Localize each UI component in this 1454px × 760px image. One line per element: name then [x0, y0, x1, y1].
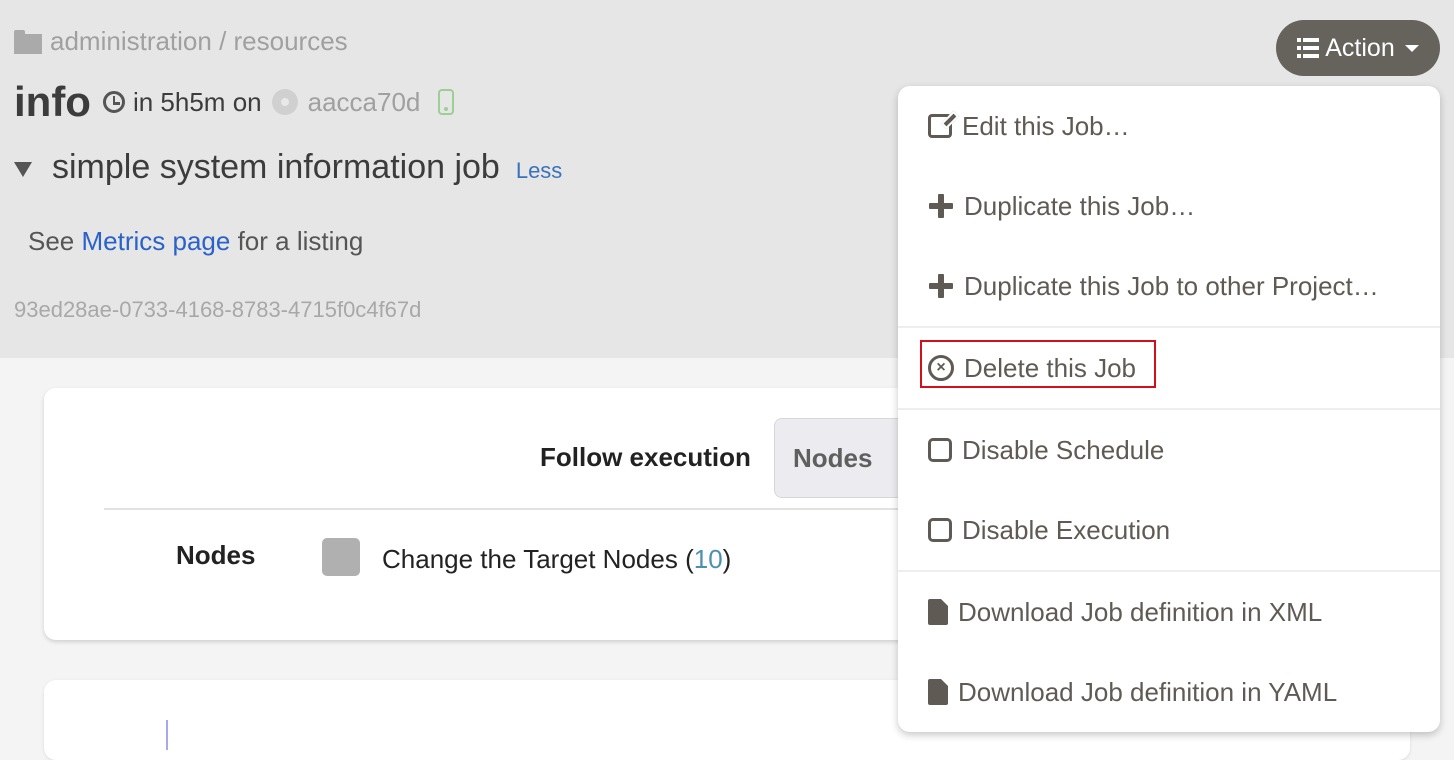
- menu-item-label: Download Job definition in YAML: [958, 676, 1338, 707]
- folder-icon: [14, 29, 42, 54]
- action-dropdown-menu: Edit this Job… Duplicate this Job… Dupli…: [898, 86, 1440, 732]
- square-icon: [928, 438, 952, 462]
- menu-item-download-xml[interactable]: Download Job definition in XML: [898, 572, 1440, 652]
- times-circle-icon: ×: [928, 355, 954, 381]
- menu-item-label: Edit this Job…: [962, 110, 1130, 141]
- caret-down-icon: [1404, 44, 1419, 52]
- metrics-note-suffix: for a listing: [230, 226, 364, 256]
- menu-item-download-yaml[interactable]: Download Job definition in YAML: [898, 652, 1440, 732]
- menu-item-label: Disable Schedule: [962, 434, 1165, 465]
- target-nodes-suffix: ): [722, 544, 732, 574]
- metrics-page-link[interactable]: Metrics page: [82, 226, 231, 256]
- plus-icon: [928, 273, 954, 299]
- description-row: simple system information job Less: [14, 148, 562, 187]
- change-target-nodes-label[interactable]: Change the Target Nodes (10): [382, 544, 731, 575]
- menu-item-delete-job[interactable]: × Delete this Job: [898, 328, 1440, 408]
- card-divider: [104, 508, 944, 510]
- target-node-count: 10: [693, 544, 723, 574]
- menu-item-label: Delete this Job: [964, 352, 1136, 383]
- follow-execution-label: Follow execution: [540, 442, 751, 472]
- breadcrumb-text[interactable]: administration / resources: [50, 26, 348, 57]
- job-description: simple system information job: [52, 148, 500, 186]
- menu-item-duplicate-to-project[interactable]: Duplicate this Job to other Project…: [898, 246, 1440, 326]
- metrics-note-prefix: See: [28, 226, 82, 256]
- job-title-row: info in 5h5m on aacca70d: [14, 78, 455, 126]
- menu-item-label: Duplicate this Job to other Project…: [964, 270, 1379, 301]
- job-uuid: 93ed28ae-0733-4168-8783-4715f0c4f67d: [14, 297, 422, 322]
- menu-item-label: Disable Execution: [962, 514, 1171, 545]
- menu-item-label: Download Job definition in XML: [958, 596, 1323, 627]
- collapse-caret-icon[interactable]: [14, 162, 32, 177]
- menu-item-disable-execution[interactable]: Disable Execution: [898, 490, 1440, 570]
- square-icon: [928, 518, 952, 542]
- node-name[interactable]: aacca70d: [308, 87, 421, 118]
- file-icon: [928, 679, 948, 705]
- menu-item-edit-job[interactable]: Edit this Job…: [898, 86, 1440, 166]
- menu-item-duplicate-job[interactable]: Duplicate this Job…: [898, 166, 1440, 246]
- schedule-text: in 5h5m on: [132, 86, 262, 117]
- mobile-icon: [438, 89, 455, 115]
- menu-item-disable-schedule[interactable]: Disable Schedule: [898, 410, 1440, 490]
- less-link[interactable]: Less: [516, 158, 562, 184]
- file-icon: [928, 599, 948, 625]
- menu-item-label: Duplicate this Job…: [964, 190, 1196, 221]
- edit-icon: [928, 114, 952, 138]
- change-target-nodes-checkbox[interactable]: [322, 538, 360, 576]
- breadcrumb[interactable]: administration / resources: [14, 26, 348, 57]
- plus-icon: [928, 193, 954, 219]
- target-nodes-prefix: Change the Target Nodes (: [382, 544, 694, 574]
- metrics-note: See Metrics page for a listing: [28, 226, 363, 257]
- action-label: Action: [1325, 33, 1395, 62]
- text-cursor: [166, 720, 168, 750]
- clock-icon: [102, 91, 125, 113]
- action-button[interactable]: Action: [1276, 20, 1440, 76]
- node-status-icon: [271, 89, 298, 115]
- execution-card: Follow execution Nodes Nodes Change the …: [44, 388, 974, 640]
- job-name: info: [14, 78, 91, 125]
- nodes-label: Nodes: [176, 540, 256, 570]
- list-icon: [1297, 38, 1320, 58]
